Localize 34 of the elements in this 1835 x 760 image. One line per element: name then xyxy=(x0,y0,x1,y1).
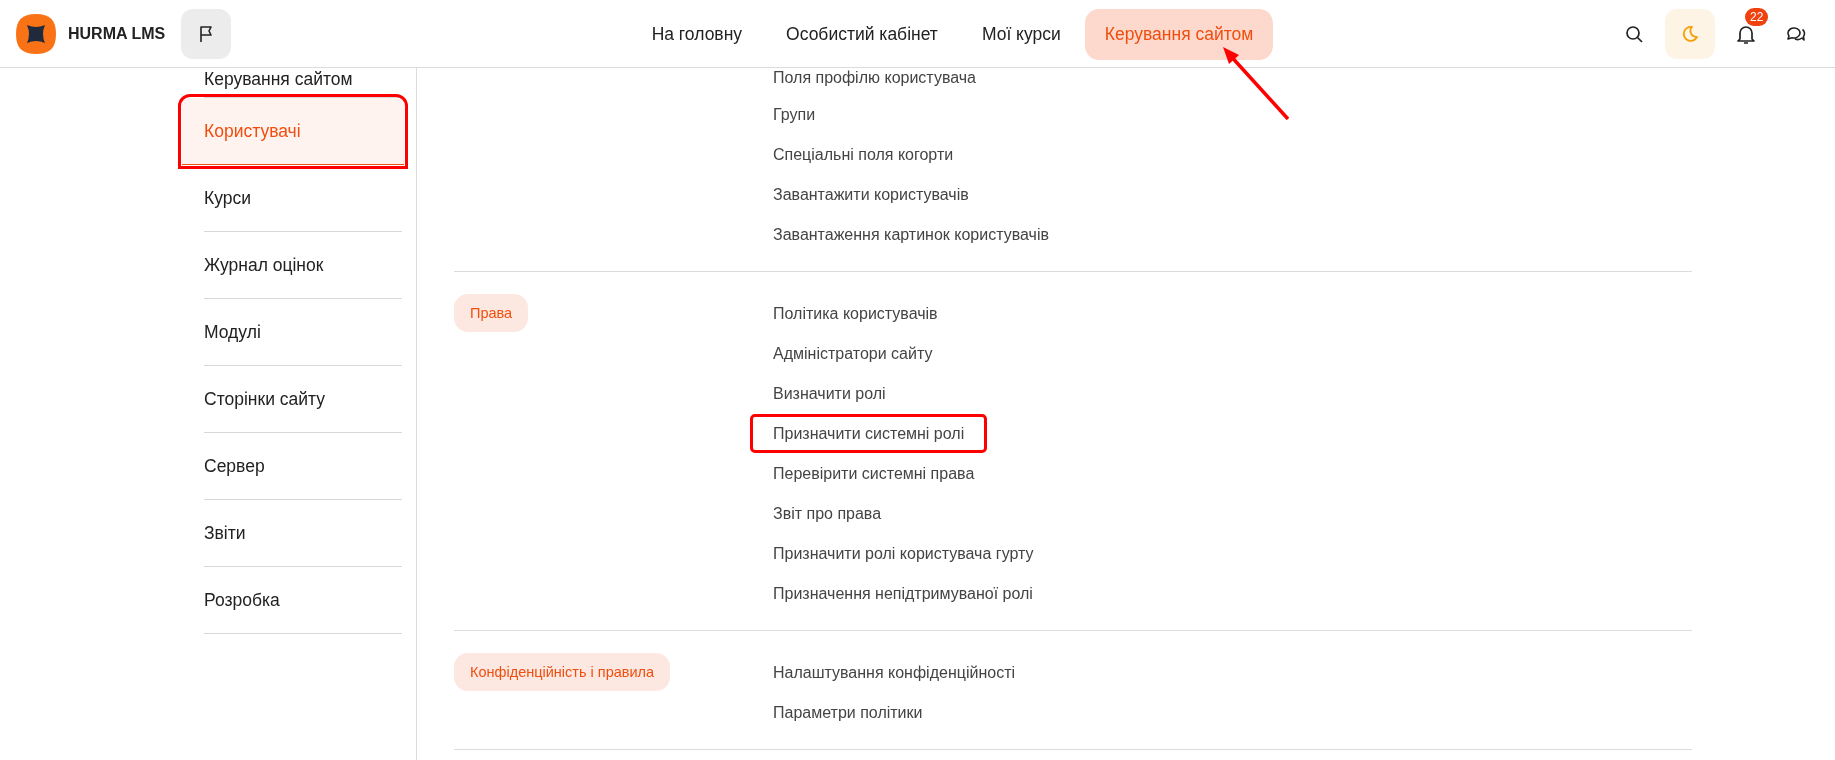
settings-link[interactable]: Групи xyxy=(773,95,816,135)
sidebar-item[interactable]: Розробка xyxy=(204,567,402,634)
sidebar-item[interactable]: Журнал оцінок xyxy=(204,232,402,299)
settings-link[interactable]: Призначити системні ролі xyxy=(753,417,985,450)
logo-icon xyxy=(14,11,58,56)
settings-link[interactable]: Призначити ролі користувача гурту xyxy=(773,534,1034,574)
nav-link[interactable]: На головну xyxy=(631,8,763,60)
settings-link[interactable]: Завантажити користувачів xyxy=(773,175,969,215)
settings-link[interactable]: Спеціальні поля когорти xyxy=(773,135,954,175)
nav-link[interactable]: Мої курси xyxy=(961,8,1081,60)
settings-link[interactable]: Перевірити системні права xyxy=(773,454,975,494)
sidebar-item[interactable]: Сторінки сайту xyxy=(204,366,402,433)
settings-link[interactable]: Політика користувачів xyxy=(773,294,938,334)
sidebar-item[interactable]: Звіти xyxy=(204,500,402,567)
sidebar-item[interactable]: Модулі xyxy=(204,299,402,366)
sidebar-item[interactable]: Сервер xyxy=(204,433,402,500)
notifications-button[interactable]: 22 xyxy=(1721,8,1771,59)
settings-link[interactable]: Призначення непідтримуваної ролі xyxy=(773,574,1033,614)
settings-link[interactable]: Адміністратори сайту xyxy=(773,334,933,374)
flag-button[interactable] xyxy=(181,8,232,59)
settings-link[interactable]: Визначити ролі xyxy=(773,374,886,414)
settings-link[interactable]: Завантаження картинок користувачів xyxy=(773,215,1049,255)
settings-link[interactable]: Поля профілю користувача xyxy=(773,69,976,95)
search-icon xyxy=(1624,23,1644,44)
brand-name: HURMA LMS xyxy=(68,24,166,43)
category-tag: Конфіденційність і правила xyxy=(454,653,671,691)
category-tag: Права xyxy=(454,294,529,332)
settings-link[interactable]: Налаштування конфіденційності xyxy=(773,653,1015,693)
settings-link[interactable]: Параметри політики xyxy=(773,693,923,733)
notification-count: 22 xyxy=(1745,7,1769,26)
sidebar-item[interactable]: Курси xyxy=(204,165,402,232)
nav-link[interactable]: Особистий кабінет xyxy=(766,8,958,60)
moon-icon xyxy=(1680,23,1700,44)
settings-link[interactable]: Звіт про права xyxy=(773,494,882,534)
